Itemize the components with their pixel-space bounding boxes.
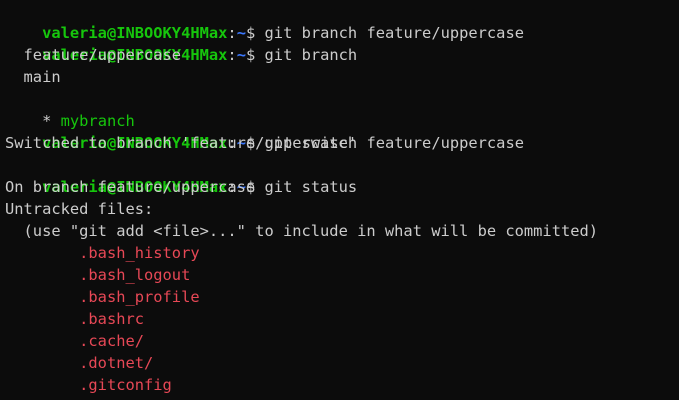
status-hint: (use "git add <file>..." to include in w…	[5, 222, 599, 240]
untracked-file: .dotnet/	[5, 352, 679, 374]
current-branch-name: mybranch	[60, 112, 135, 130]
untracked-file: .bash_profile	[5, 286, 679, 308]
prompt-path: ~	[236, 24, 246, 42]
untracked-file-name: .dotnet/	[79, 354, 154, 372]
current-branch-marker: *	[42, 112, 61, 130]
untracked-file: .cache/	[5, 330, 679, 352]
prompt-user-host: valeria@INBOOKY4HMax	[42, 24, 228, 42]
command-text: git status	[264, 178, 358, 196]
untracked-file: .gitconfig	[5, 374, 679, 396]
untracked-file-name: .cache/	[79, 332, 145, 350]
untracked-file: .bashrc	[5, 308, 679, 330]
prompt-line-4: valeria@INBOOKY4HMax:~$ git status	[5, 154, 679, 196]
untracked-file-name: .bash_history	[79, 244, 200, 262]
untracked-file-name: .bashrc	[79, 310, 145, 328]
untracked-file: .bash_history	[5, 242, 679, 264]
prompt-symbol: $	[245, 46, 256, 64]
switch-output: Switched to branch 'feature/uppercase'	[5, 134, 358, 152]
untracked-file-name: .bash_profile	[79, 288, 200, 306]
command-text: git branch feature/uppercase	[264, 24, 524, 42]
prompt-path: ~	[236, 46, 246, 64]
branch-list-item: main	[5, 68, 61, 86]
prompt-separator: :	[227, 24, 237, 42]
untracked-file-name: .bash_logout	[79, 266, 191, 284]
branch-list-item-current: * mybranch	[5, 88, 679, 130]
untracked-file-name: .gitconfig	[79, 376, 172, 394]
terminal-window[interactable]: valeria@INBOOKY4HMax:~$ git branch featu…	[0, 0, 679, 400]
command-text: git branch	[264, 46, 358, 64]
prompt-symbol: $	[245, 24, 256, 42]
prompt-line-1: valeria@INBOOKY4HMax:~$ git branch featu…	[5, 0, 679, 42]
prompt-separator: :	[227, 46, 237, 64]
untracked-file: .bash_logout	[5, 264, 679, 286]
status-untracked-header: Untracked files:	[5, 200, 154, 218]
